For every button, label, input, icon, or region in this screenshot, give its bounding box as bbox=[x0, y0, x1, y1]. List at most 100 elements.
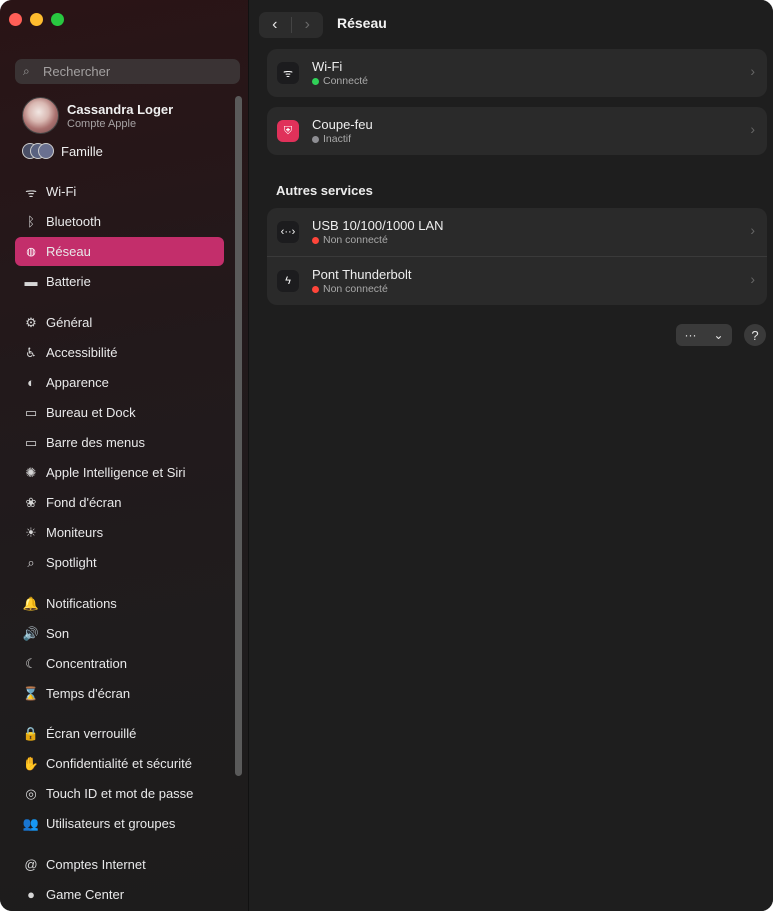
sidebar-item-7[interactable]: ▭ Bureau et Dock bbox=[15, 398, 224, 427]
close-button[interactable] bbox=[9, 13, 22, 26]
account-name: Cassandra Loger bbox=[67, 101, 174, 117]
service-row[interactable]: ϟ Pont Thunderbolt Non connecté › bbox=[267, 256, 767, 305]
zoom-button[interactable] bbox=[51, 13, 64, 26]
sidebar-item-17[interactable]: 🔒 Écran verrouillé bbox=[15, 719, 224, 748]
at-icon: @ bbox=[24, 857, 38, 872]
service-name: Coupe-feu bbox=[312, 117, 373, 132]
sidebar-item-label: Concentration bbox=[46, 656, 127, 671]
sidebar-item-1[interactable]: ᛒ Bluetooth bbox=[15, 207, 224, 236]
service-name: Pont Thunderbolt bbox=[312, 267, 412, 282]
toolbar: ‹ › Réseau bbox=[249, 0, 773, 50]
status-dot bbox=[312, 135, 319, 143]
sidebar-item-label: Accessibilité bbox=[46, 345, 118, 360]
status-dot bbox=[312, 285, 319, 293]
sidebar-item-label: Spotlight bbox=[46, 555, 97, 570]
search-placeholder: Rechercher bbox=[43, 64, 111, 79]
chevron-right-icon: › bbox=[750, 63, 755, 79]
dock-icon: ▭ bbox=[24, 404, 38, 420]
sidebar-item-8[interactable]: ▭ Barre des menus bbox=[15, 428, 224, 457]
sidebar-item-label: Réseau bbox=[46, 244, 91, 259]
settings-window: ⌕ Rechercher Cassandra Loger Compte Appl… bbox=[0, 0, 773, 911]
sidebar-item-5[interactable]: ♿ Accessibilité bbox=[15, 338, 224, 367]
family-item[interactable]: Famille bbox=[22, 143, 103, 159]
sidebar-item-15[interactable]: ☾ Concentration bbox=[15, 649, 224, 678]
globe-icon: ◍ bbox=[26, 246, 36, 258]
sidebar-item-3[interactable]: ▬ Batterie bbox=[15, 267, 224, 296]
sidebar-item-label: Son bbox=[46, 626, 70, 641]
minimize-button[interactable] bbox=[30, 13, 43, 26]
sound-icon: 🔊 bbox=[22, 625, 40, 641]
other-services-title: Autres services bbox=[276, 183, 373, 198]
sidebar-item-14[interactable]: 🔊 Son bbox=[15, 619, 224, 648]
sidebar-item-0[interactable]: ᯤ Wi-Fi bbox=[15, 177, 224, 206]
siri-icon: ✺ bbox=[25, 464, 37, 480]
sidebar-item-label: Barre des menus bbox=[46, 435, 145, 450]
sidebar-item-label: Bluetooth bbox=[46, 214, 101, 229]
sidebar-item-12[interactable]: ⌕ Spotlight bbox=[15, 548, 224, 577]
forward-button[interactable]: › bbox=[291, 16, 323, 34]
sidebar-item-21[interactable]: @ Comptes Internet bbox=[15, 850, 224, 879]
more-actions-button[interactable]: ··· ⌄ bbox=[676, 324, 732, 346]
search-field[interactable]: ⌕ Rechercher bbox=[15, 59, 240, 84]
family-label: Famille bbox=[61, 143, 103, 159]
chevron-right-icon: › bbox=[750, 222, 755, 238]
sidebar-item-19[interactable]: ◎ Touch ID et mot de passe bbox=[15, 779, 224, 808]
sidebar-item-22[interactable]: ● Game Center bbox=[15, 880, 224, 909]
apple-account-item[interactable]: Cassandra Loger Compte Apple bbox=[22, 97, 173, 134]
service-row[interactable]: ‹··› USB 10/100/1000 LAN Non connecté › bbox=[267, 208, 767, 256]
chevron-down-icon: ⌄ bbox=[713, 328, 724, 342]
sidebar-item-label: Écran verrouillé bbox=[46, 726, 137, 741]
sidebar-item-label: Général bbox=[46, 315, 93, 330]
status-dot bbox=[312, 236, 319, 244]
privacy-hand-icon: ✋ bbox=[22, 755, 40, 771]
service-row[interactable]: ⛨ Coupe-feu Inactif › bbox=[267, 107, 767, 155]
wifi-icon: ᯤ bbox=[25, 184, 37, 200]
wifi-icon: ᯤ bbox=[277, 62, 299, 84]
sidebar-item-4[interactable]: ⚙ Général bbox=[15, 308, 224, 337]
sidebar-item-label: Batterie bbox=[46, 274, 91, 289]
displays-icon: ☀ bbox=[25, 524, 37, 540]
sidebar-item-label: Confidentialité et sécurité bbox=[46, 756, 192, 771]
avatar bbox=[22, 97, 59, 134]
sidebar-item-label: Apple Intelligence et Siri bbox=[46, 465, 186, 480]
menubar-icon: ▭ bbox=[24, 434, 38, 450]
sidebar-item-label: Comptes Internet bbox=[46, 857, 146, 872]
sidebar-item-6[interactable]: ◐ Apparence bbox=[15, 368, 224, 397]
lock-screen-icon: 🔒 bbox=[22, 725, 40, 741]
other-services-card: ‹··› USB 10/100/1000 LAN Non connecté › ϟ Pon… bbox=[267, 208, 767, 305]
sidebar-item-label: Apparence bbox=[46, 375, 109, 390]
sidebar-item-label: Moniteurs bbox=[46, 525, 104, 540]
users-icon: 👥 bbox=[22, 815, 40, 831]
window-controls bbox=[9, 13, 64, 26]
sidebar-item-label: Touch ID et mot de passe bbox=[46, 786, 194, 801]
sidebar-item-16[interactable]: ⌛ Temps d'écran bbox=[15, 679, 224, 708]
ellipsis-icon: ··· bbox=[684, 328, 697, 342]
service-status: Connecté bbox=[323, 75, 368, 87]
service-name: Wi-Fi bbox=[312, 59, 343, 74]
spotlight-icon: ⌕ bbox=[27, 554, 35, 570]
sidebar-item-label: Temps d'écran bbox=[46, 686, 131, 701]
service-status: Non connecté bbox=[323, 234, 388, 246]
help-button[interactable]: ? bbox=[744, 324, 766, 346]
sidebar-scrollbar[interactable] bbox=[235, 96, 242, 776]
main-pane: ‹ › Réseau ᯤ Wi-Fi Connecté › ⛨ Coupe-feu Ina… bbox=[249, 0, 773, 911]
sidebar-item-2[interactable]: ◍ Réseau bbox=[15, 237, 224, 266]
fingerprint-icon: ◎ bbox=[25, 785, 37, 801]
chevron-right-icon: › bbox=[750, 121, 755, 137]
sidebar-item-20[interactable]: 👥 Utilisateurs et groupes bbox=[15, 809, 224, 838]
screen-time-icon: ⌛ bbox=[22, 685, 40, 701]
sidebar-item-18[interactable]: ✋ Confidentialité et sécurité bbox=[15, 749, 224, 778]
firewall-icon: ⛨ bbox=[277, 120, 299, 142]
service-row[interactable]: ᯤ Wi-Fi Connecté › bbox=[267, 49, 767, 97]
sidebar-item-13[interactable]: 🔔 Notifications bbox=[15, 589, 224, 618]
thunderbolt-icon: ϟ bbox=[277, 270, 299, 292]
sidebar-item-label: Wi-Fi bbox=[46, 184, 77, 199]
back-button[interactable]: ‹ bbox=[259, 16, 291, 34]
sidebar-item-label: Bureau et Dock bbox=[46, 405, 136, 420]
sidebar-item-10[interactable]: ❀ Fond d'écran bbox=[15, 488, 224, 517]
gear-icon: ⚙ bbox=[25, 314, 37, 330]
sidebar-item-11[interactable]: ☀ Moniteurs bbox=[15, 518, 224, 547]
history-buttons: ‹ › bbox=[259, 12, 323, 38]
sidebar-item-9[interactable]: ✺ Apple Intelligence et Siri bbox=[15, 458, 224, 487]
appearance-icon: ◐ bbox=[27, 375, 35, 390]
